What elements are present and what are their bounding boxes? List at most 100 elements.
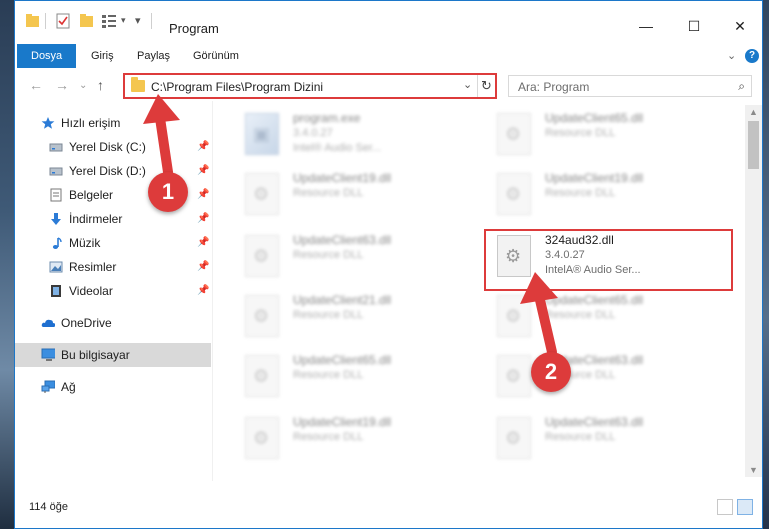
- drive-icon: [49, 167, 63, 176]
- file-name: UpdateClient19.dll: [545, 171, 644, 185]
- vertical-scrollbar[interactable]: ▲ ▼: [745, 105, 762, 477]
- pin-icon: 📌: [197, 189, 210, 200]
- address-bar[interactable]: C:\Program Files\Program Dizini ⌄ ↻: [123, 73, 497, 99]
- nav-label: OneDrive: [61, 316, 112, 330]
- pin-icon: 📌: [197, 285, 210, 296]
- help-icon[interactable]: ?: [745, 49, 759, 63]
- file-item[interactable]: UpdateClient21.dll Resource DLL: [235, 289, 475, 347]
- tab-file[interactable]: Dosya: [17, 44, 77, 68]
- file-name: program.exe: [293, 111, 361, 125]
- ribbon-tabs: Dosya Giriş Paylaş Görünüm ⌄ ?: [15, 44, 762, 68]
- cloud-icon: [41, 319, 55, 327]
- pin-icon: 📌: [197, 141, 210, 152]
- nav-onedrive[interactable]: OneDrive: [15, 311, 211, 335]
- window-title: Program: [169, 21, 219, 36]
- refresh-button[interactable]: ↻: [477, 75, 495, 97]
- nav-label: İndirmeler: [69, 212, 123, 226]
- file-type: Resource DLL: [545, 309, 616, 321]
- nav-label: Müzik: [69, 236, 101, 250]
- nav-label: Bu bilgisayar: [61, 348, 130, 362]
- file-item[interactable]: UpdateClient65.dll Resource DLL: [487, 107, 727, 165]
- tab-share[interactable]: Paylaş: [137, 44, 170, 68]
- title-separator: [151, 13, 152, 29]
- file-type: Resource DLL: [545, 127, 616, 139]
- nav-item-music[interactable]: Müzik 📌: [15, 231, 211, 255]
- search-input[interactable]: Ara: Program ⌕: [508, 75, 752, 97]
- file-name: UpdateClient63.dll: [545, 415, 644, 429]
- scroll-up-icon[interactable]: ▲: [749, 107, 758, 117]
- file-list: program.exe 3.4.0.27 Intel® Audio Ser...…: [225, 105, 745, 477]
- details-view-icon[interactable]: [717, 499, 733, 515]
- customize-quick-access-icon[interactable]: ▾: [121, 15, 126, 31]
- file-item[interactable]: UpdateClient63.dll Resource DLL: [487, 349, 727, 407]
- file-type: Resource DLL: [293, 431, 364, 443]
- up-button[interactable]: ↑: [97, 77, 104, 93]
- item-count: 114 öğe: [29, 501, 68, 513]
- file-type: Resource DLL: [293, 369, 364, 381]
- annotation-badge-1: 1: [148, 172, 188, 212]
- file-item[interactable]: program.exe 3.4.0.27 Intel® Audio Ser...: [235, 107, 475, 165]
- tab-home[interactable]: Giriş: [91, 44, 114, 68]
- nav-quick-access[interactable]: Hızlı erişim: [15, 111, 211, 135]
- nav-label: Resimler: [69, 260, 117, 274]
- file-explorer-window: ▾ ▾ Program — ☐ ✕ Dosya Giriş Paylaş Gör…: [14, 0, 763, 529]
- nav-item-videos[interactable]: Videolar 📌: [15, 279, 211, 303]
- nav-item-pictures[interactable]: Resimler 📌: [15, 255, 211, 279]
- search-icon[interactable]: ⌕: [738, 79, 745, 94]
- file-type: Resource DLL: [293, 309, 364, 321]
- file-name: UpdateClient63.dll: [293, 233, 392, 247]
- folder-icon: [26, 14, 39, 27]
- scroll-down-icon[interactable]: ▼: [749, 465, 758, 475]
- minimize-button[interactable]: —: [623, 11, 669, 41]
- status-bar: 114 öğe: [15, 497, 762, 519]
- quick-access-separator: [45, 13, 46, 29]
- forward-button[interactable]: →: [55, 77, 69, 93]
- file-item[interactable]: UpdateClient63.dll Resource DLL: [487, 411, 727, 469]
- maximize-button[interactable]: ☐: [671, 11, 717, 41]
- dll-file-icon: [497, 113, 531, 155]
- music-icon: [52, 237, 62, 249]
- dll-file-icon: [245, 417, 279, 459]
- large-icons-view-icon[interactable]: [737, 499, 753, 515]
- file-item[interactable]: UpdateClient65.dll Resource DLL: [235, 349, 475, 407]
- view-options-icon[interactable]: [101, 13, 119, 29]
- file-item[interactable]: UpdateClient19.dll Resource DLL: [235, 411, 475, 469]
- title-bar: ▾ ▾ Program — ☐ ✕: [15, 1, 762, 41]
- file-item[interactable]: UpdateClient65.dll Resource DLL: [487, 289, 727, 347]
- file-item[interactable]: UpdateClient63.dll Resource DLL: [235, 229, 475, 287]
- file-description: Intel® Audio Ser...: [293, 142, 382, 154]
- nav-network[interactable]: Ağ: [15, 375, 211, 399]
- back-button[interactable]: ←: [29, 77, 43, 93]
- file-item[interactable]: UpdateClient19.dll Resource DLL: [235, 167, 475, 225]
- nav-item-local-disk-c[interactable]: Yerel Disk (C:) 📌: [15, 135, 211, 159]
- file-name: UpdateClient19.dll: [293, 415, 392, 429]
- download-icon: [51, 213, 61, 225]
- recent-locations-button[interactable]: ⌄: [79, 80, 87, 91]
- new-folder-icon[interactable]: [79, 13, 95, 29]
- network-icon: [41, 380, 55, 393]
- scrollbar-thumb[interactable]: [748, 121, 759, 169]
- nav-item-downloads[interactable]: İndirmeler 📌: [15, 207, 211, 231]
- file-type: Resource DLL: [293, 249, 364, 261]
- pictures-icon: [49, 261, 63, 273]
- file-item[interactable]: UpdateClient19.dll Resource DLL: [487, 167, 727, 225]
- desktop-background-right: [763, 0, 769, 529]
- dll-file-icon: [245, 173, 279, 215]
- desktop-background-left: [0, 0, 14, 529]
- close-button[interactable]: ✕: [717, 11, 763, 41]
- file-version: 3.4.0.27: [293, 127, 333, 139]
- dll-file-icon: [245, 355, 279, 397]
- nav-this-pc[interactable]: Bu bilgisayar: [15, 343, 211, 367]
- navigation-pane: Hızlı erişim Yerel Disk (C:) 📌 Yerel Dis…: [15, 105, 211, 495]
- computer-icon: [41, 348, 55, 361]
- file-highlight-box: [484, 229, 733, 291]
- properties-icon[interactable]: [55, 13, 71, 29]
- nav-label: Yerel Disk (D:): [69, 164, 146, 178]
- quick-access-dropdown-icon[interactable]: ▾: [135, 14, 141, 30]
- collapse-ribbon-icon[interactable]: ⌄: [727, 44, 736, 68]
- tab-view[interactable]: Görünüm: [193, 44, 239, 68]
- dll-file-icon: [497, 173, 531, 215]
- video-icon: [51, 285, 61, 297]
- address-row: ← → ⌄ ↑ C:\Program Files\Program Dizini …: [15, 71, 762, 101]
- address-dropdown-icon[interactable]: ⌄: [463, 78, 472, 91]
